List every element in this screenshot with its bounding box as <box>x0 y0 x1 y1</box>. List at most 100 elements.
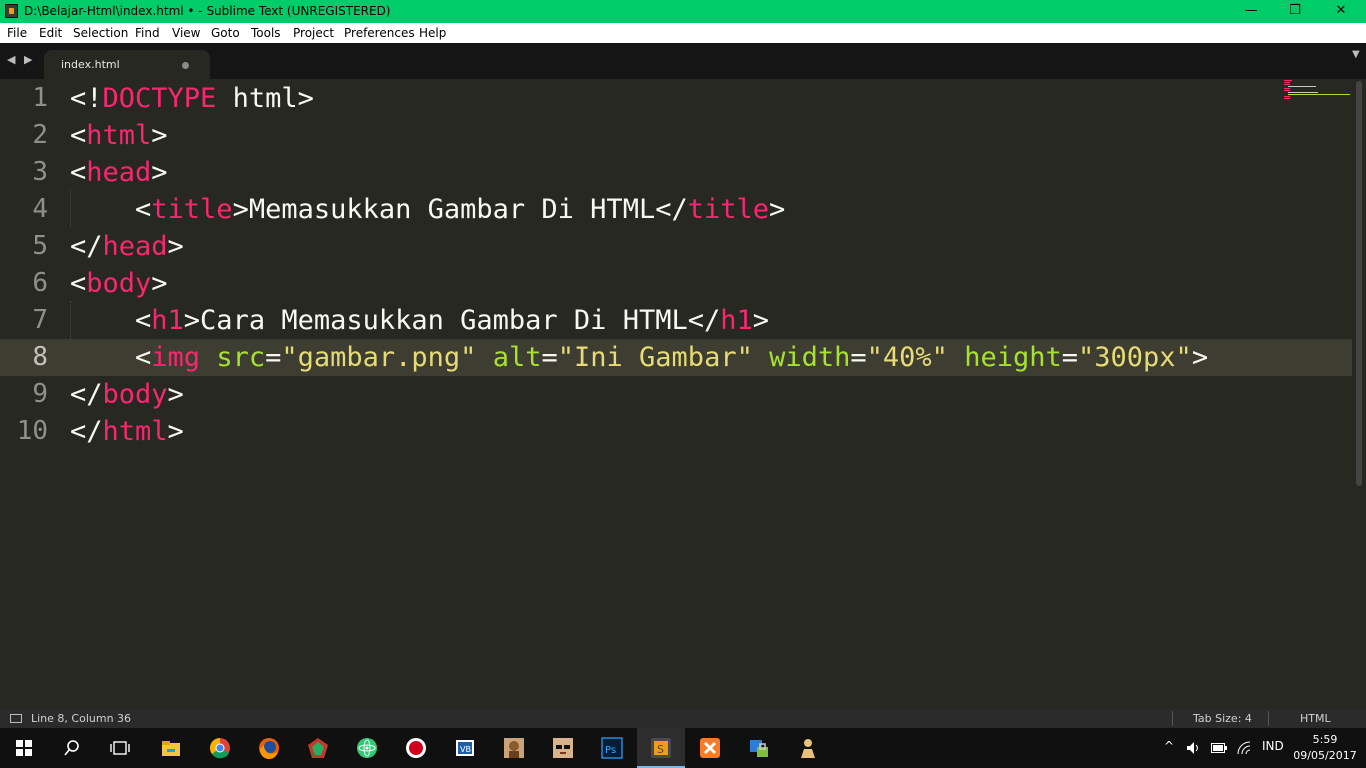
taskbar-xampp[interactable] <box>686 728 734 768</box>
code-token: > <box>752 305 770 336</box>
menu-tools[interactable]: Tools <box>251 26 281 40</box>
code-line[interactable]: 5 </head> <box>0 228 1352 265</box>
menu-selection[interactable]: Selection <box>73 26 128 40</box>
menu-edit[interactable]: Edit <box>39 26 62 40</box>
task-view-icon <box>110 741 130 755</box>
code-token: = <box>850 342 867 373</box>
code-line[interactable]: 7 <h1>Cara Memasukkan Gambar Di HTML</h1… <box>0 302 1352 339</box>
code-line[interactable]: 6 <body> <box>0 265 1352 302</box>
volume-icon[interactable] <box>1186 741 1200 755</box>
code-token: </ <box>70 379 103 410</box>
code-text: <title>Memasukkan Gambar Di HTML</title> <box>70 191 785 228</box>
chrome-icon <box>210 738 230 759</box>
code-token: h1 <box>151 305 184 336</box>
code-text: <html> <box>70 117 168 154</box>
code-token: = <box>1061 342 1079 373</box>
window-title: D:\Belajar-Html\index.html • - Sublime T… <box>24 4 391 18</box>
tab-size-indicator[interactable]: Tab Size: 4 <box>1193 712 1252 725</box>
taskbar-virtualbox[interactable]: VB <box>441 728 489 768</box>
file-explorer-icon <box>162 741 180 756</box>
tab-prev-icon[interactable]: ◀ <box>7 53 15 66</box>
console-toggle-icon[interactable] <box>10 714 22 723</box>
menu-help[interactable]: Help <box>419 26 446 40</box>
code-line[interactable]: 4 <title>Memasukkan Gambar Di HTML</titl… <box>0 191 1352 228</box>
code-line[interactable]: 9 </body> <box>0 376 1352 413</box>
search-button[interactable] <box>48 728 96 768</box>
firefox-icon <box>259 738 279 759</box>
menu-project[interactable]: Project <box>293 26 334 40</box>
cursor-position: Line 8, Column 36 <box>31 712 132 725</box>
taskbar-app-red[interactable] <box>294 728 342 768</box>
taskbar-app-lock[interactable] <box>735 728 783 768</box>
code-line[interactable]: 1 <!DOCTYPE html> <box>0 80 1352 117</box>
atom-icon <box>357 738 377 758</box>
taskbar-chrome[interactable] <box>196 728 244 768</box>
close-button[interactable]: ✕ <box>1318 0 1364 23</box>
line-number: 10 <box>16 416 48 446</box>
code-line[interactable]: 2 <html> <box>0 117 1352 154</box>
svg-text:S: S <box>657 743 664 756</box>
code-line[interactable]: 3 <head> <box>0 154 1352 191</box>
xampp-icon <box>700 738 720 758</box>
code-editor[interactable]: 1 <!DOCTYPE html> 2 <html> 3 <head> 4 <title>M… <box>0 79 1366 709</box>
menu-preferences[interactable]: Preferences <box>344 26 415 40</box>
code-token: "gambar.png" <box>281 342 477 373</box>
status-bar: Line 8, Column 36 Tab Size: 4 HTML <box>0 709 1366 728</box>
code-token: > <box>1191 342 1209 373</box>
line-number: 7 <box>32 305 48 335</box>
code-text: </head> <box>70 228 184 265</box>
wifi-icon[interactable] <box>1237 741 1251 755</box>
restore-button[interactable]: ❐ <box>1272 0 1318 23</box>
start-button[interactable] <box>0 728 48 768</box>
tab-index-html[interactable]: index.html <box>44 50 210 79</box>
taskbar-atom[interactable] <box>343 728 391 768</box>
code-token: < <box>70 157 87 188</box>
taskbar-recorder[interactable] <box>392 728 440 768</box>
task-view-button[interactable] <box>96 728 144 768</box>
code-token: >Cara Memasukkan Gambar Di HTML</ <box>183 305 721 336</box>
code-text: <!DOCTYPE html> <box>70 80 314 117</box>
taskbar-photoshop[interactable]: Ps <box>588 728 636 768</box>
tray-chevron-icon[interactable]: ^ <box>1164 739 1174 753</box>
line-number: 3 <box>32 157 48 187</box>
code-token: > <box>167 231 184 262</box>
taskbar-firefox[interactable] <box>245 728 293 768</box>
taskbar-app-person[interactable] <box>784 728 832 768</box>
tab-next-icon[interactable]: ▶ <box>24 53 32 66</box>
battery-icon[interactable] <box>1211 743 1227 753</box>
clock-date: 09/05/2017 <box>1293 749 1357 762</box>
unsaved-dot-icon[interactable] <box>182 62 189 69</box>
taskbar-file-explorer[interactable] <box>147 728 195 768</box>
tab-bar: ◀ ▶ index.html ▼ <box>0 43 1366 79</box>
minimap[interactable] <box>1284 80 1350 100</box>
code-token: > <box>151 120 168 151</box>
system-clock[interactable]: 5:59 09/05/2017 <box>1290 732 1360 764</box>
code-token: > <box>167 379 184 410</box>
taskbar-app-avatar[interactable] <box>490 728 538 768</box>
code-token: img <box>151 342 201 373</box>
line-number: 8 <box>32 342 48 372</box>
line-number: 2 <box>32 120 48 150</box>
code-line[interactable]: 8 <img src="gambar.png" alt="Ini Gambar"… <box>0 339 1352 376</box>
menu-view[interactable]: View <box>172 26 200 40</box>
minimize-button[interactable]: — <box>1228 0 1274 23</box>
taskbar-app-glasses[interactable] <box>539 728 587 768</box>
photoshop-icon: Ps <box>601 737 623 759</box>
language-indicator[interactable]: IND <box>1262 739 1284 753</box>
syntax-indicator[interactable]: HTML <box>1300 712 1331 725</box>
taskbar-sublime-text[interactable]: S <box>637 728 685 768</box>
sublime-text-icon: S <box>651 738 671 758</box>
code-token: < <box>70 120 87 151</box>
code-line[interactable]: 10 </html> <box>0 413 1352 450</box>
code-token: "40%" <box>866 342 948 373</box>
menu-file[interactable]: File <box>7 26 27 40</box>
scrollbar-thumb[interactable] <box>1356 81 1362 486</box>
menu-find[interactable]: Find <box>135 26 160 40</box>
tab-dropdown-icon[interactable]: ▼ <box>1352 49 1360 60</box>
vertical-scrollbar[interactable] <box>1355 79 1363 709</box>
code-token: > <box>151 157 168 188</box>
line-number: 5 <box>32 231 48 261</box>
menu-goto[interactable]: Goto <box>211 26 240 40</box>
title-bar: D:\Belajar-Html\index.html • - Sublime T… <box>0 0 1366 23</box>
